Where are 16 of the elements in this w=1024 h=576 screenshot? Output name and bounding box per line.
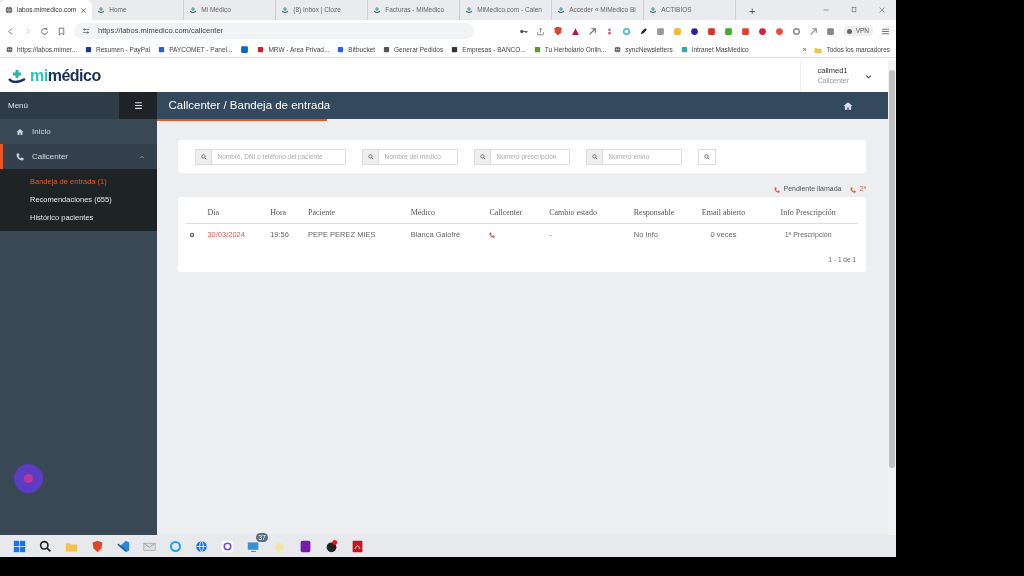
column-header: Callcenter <box>486 203 547 224</box>
column-header: Responsable <box>630 203 689 224</box>
column-header: Médico <box>407 203 487 224</box>
page-title: Callcenter / Bandeja de entrada <box>168 97 331 113</box>
new-tab-button[interactable]: + <box>744 2 761 20</box>
column-header: Info Prescripción <box>758 203 858 224</box>
sidebar-item[interactable]: Callcenter <box>0 144 158 169</box>
column-header: Día <box>204 203 268 224</box>
column-header: Paciente <box>305 203 408 224</box>
sidebar-title: Menú <box>7 99 28 112</box>
column-header: Cambio estado <box>546 203 631 224</box>
logo[interactable]: mimédico <box>8 68 101 84</box>
sidebar-item[interactable]: Inicio <box>0 119 158 144</box>
column-header: Hora <box>267 203 305 224</box>
column-header: Email abierto <box>688 203 759 224</box>
logo-text: mimédico <box>30 68 101 84</box>
